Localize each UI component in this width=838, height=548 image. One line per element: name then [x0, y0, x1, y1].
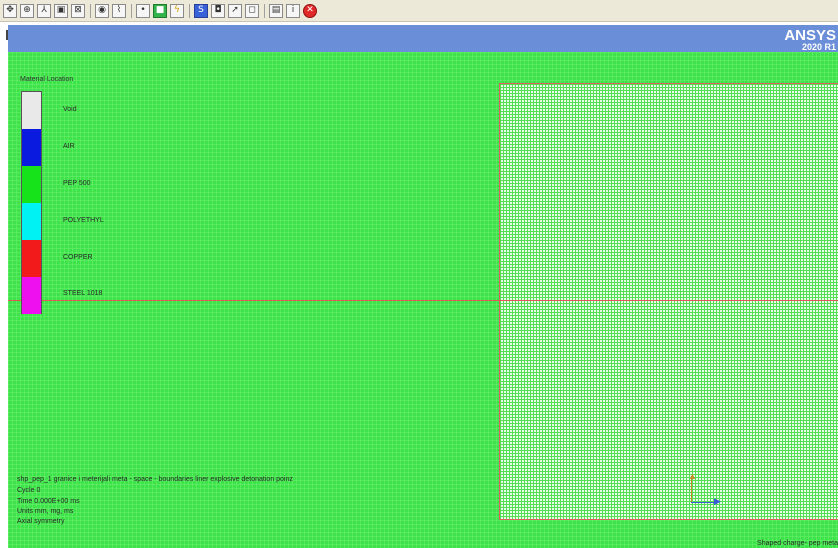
legend-swatch-copper [22, 240, 41, 277]
toolbar: ✥ ⊕ ⅄ ▣ ⊠ ◉ ⌇ • ■ ϟ S ◘ ➚ ◻ ▤ i ✕ [0, 0, 838, 22]
window-icon[interactable]: ▤ [269, 3, 283, 18]
toolbar-separator [189, 3, 190, 18]
window-left-edge [0, 22, 8, 548]
info-icon[interactable]: i [286, 3, 300, 18]
lightning-icon[interactable]: ϟ [170, 3, 184, 18]
units-text: Units mm, mg, ms [17, 508, 74, 515]
time-text: Time 0.000E+00 ms [17, 498, 80, 505]
stop-icon[interactable]: ✕ [303, 3, 317, 18]
rotate-icon[interactable]: ⅄ [37, 3, 51, 18]
material-legend [21, 91, 42, 314]
blue-view-icon[interactable]: S [194, 3, 208, 18]
legend-label-void: Void [63, 106, 77, 113]
title-banner: ANSYS 2020 R1 [8, 25, 838, 52]
axis-triad-x-arrow-icon: ▶ [714, 496, 721, 506]
caption-text: Shaped charge- pep meta [757, 540, 838, 547]
model-description: shp_pep_1 granice i meterijali meta - sp… [17, 476, 293, 483]
graph-icon[interactable]: ⌇ [112, 3, 126, 18]
legend-label-steel: STEEL 1018 [63, 290, 103, 297]
legend-label-copper: COPPER [63, 254, 93, 261]
view-eye-icon[interactable]: ◉ [95, 3, 109, 18]
legend-swatch-air [22, 129, 41, 166]
zoom-icon[interactable]: ⊕ [20, 3, 34, 18]
settings-small-icon[interactable]: • [136, 3, 150, 18]
material-color-icon[interactable]: ■ [153, 3, 167, 18]
legend-swatch-pep500 [22, 166, 41, 203]
symmetry-text: Axial symmetry [17, 518, 65, 525]
model-viewport[interactable]: Material Location Void AIR PEP 500 POLYE… [8, 52, 838, 548]
zoom-box-icon[interactable]: ▣ [54, 3, 68, 18]
box-icon[interactable]: ◻ [245, 3, 259, 18]
pan-icon[interactable]: ✥ [3, 3, 17, 18]
legend-swatch-void [22, 92, 41, 129]
legend-swatch-steel [22, 277, 41, 314]
camera-icon[interactable]: ◘ [211, 3, 225, 18]
arrow-tool-icon[interactable]: ➚ [228, 3, 242, 18]
toolbar-separator [264, 3, 265, 18]
legend-label-pep500: PEP 500 [63, 180, 91, 187]
legend-swatch-polyethyl [22, 203, 41, 240]
axis-triad-y-arrow-icon: ▲ [688, 471, 697, 481]
legend-label-air: AIR [63, 143, 75, 150]
toolbar-separator [131, 3, 132, 18]
toolbar-separator [90, 3, 91, 18]
legend-label-polyethyl: POLYETHYL [63, 217, 104, 224]
void-mesh-region [499, 83, 838, 520]
cycle-text: Cycle 0 [17, 487, 41, 494]
symmetry-axis-line [8, 300, 838, 301]
fit-view-icon[interactable]: ⊠ [71, 3, 85, 18]
legend-title: Material Location [20, 76, 74, 83]
ansys-version: 2020 R1 [801, 42, 836, 52]
